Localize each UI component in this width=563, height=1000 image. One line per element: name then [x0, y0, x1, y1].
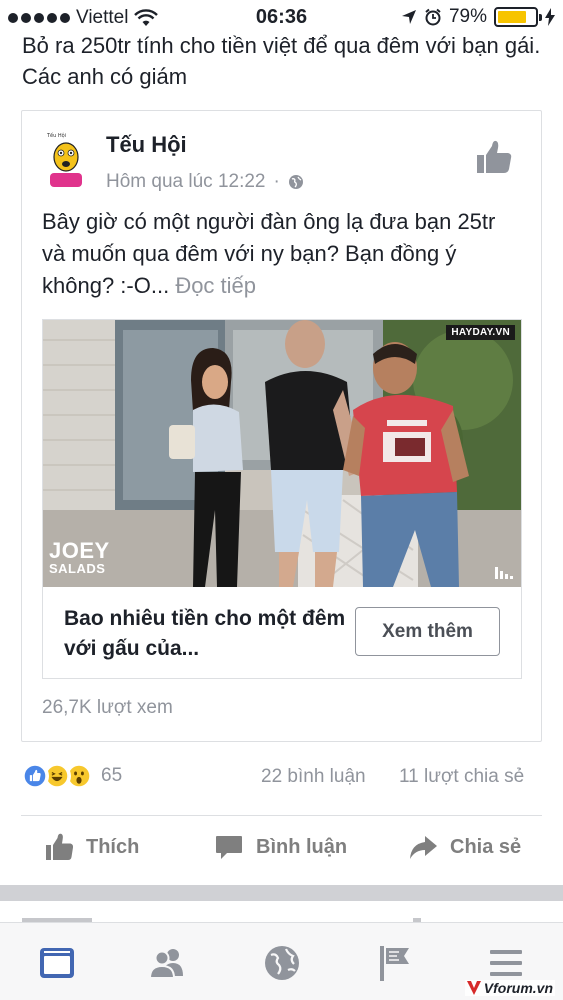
signal-bars-icon: [495, 567, 513, 579]
watermark: Vforum.vn: [464, 980, 555, 996]
link-title[interactable]: Bao nhiêu tiền cho một đêm với gấu của..…: [64, 604, 364, 664]
post-text: Bỏ ra 250tr tính cho tiền việt để qua đê…: [22, 33, 541, 89]
comment-button[interactable]: Bình luận: [214, 832, 347, 862]
like-page-icon[interactable]: [475, 139, 513, 175]
like-button[interactable]: Thích: [44, 832, 139, 862]
comment-label: Bình luận: [256, 835, 348, 858]
page-avatar[interactable]: Tếu Hội: [44, 131, 88, 189]
meta-separator: ·: [273, 171, 280, 192]
video-scene-image: [43, 320, 521, 587]
battery-percent: 79%: [448, 6, 487, 27]
bottom-tab-bar: Vforum.vn: [0, 922, 563, 1000]
shares-count[interactable]: 11 lượt chia sẻ: [399, 766, 524, 788]
alarm-clock-icon: [425, 8, 441, 26]
status-right: 79%: [401, 6, 555, 28]
news-feed-icon[interactable]: [37, 943, 77, 983]
comments-count[interactable]: 22 bình luận: [261, 766, 366, 788]
reaction-count: 65: [101, 765, 123, 786]
post-meta: Hôm qua lúc 12:22 ·: [106, 171, 304, 193]
svg-text:Tếu Hội: Tếu Hội: [46, 132, 66, 139]
pages-flag-icon[interactable]: [375, 943, 415, 983]
divider: [21, 815, 542, 816]
like-label: Thích: [86, 835, 140, 858]
joey-salads-logo: JOEY SALADS: [49, 538, 110, 576]
globe-icon[interactable]: [262, 943, 302, 983]
comment-bubble-icon: [216, 836, 242, 859]
friends-icon[interactable]: [147, 943, 187, 983]
video-thumbnail[interactable]: HAYDAY.VN JOEY SALADS: [43, 320, 521, 587]
see-more-button[interactable]: Xem thêm: [355, 607, 500, 656]
menu-icon[interactable]: [486, 943, 526, 983]
watermark-text: Vforum.vn: [483, 980, 553, 996]
location-arrow-icon: [401, 10, 416, 24]
vforum-logo-icon: [466, 981, 481, 995]
post-timestamp[interactable]: Hôm qua lúc 12:22: [106, 171, 266, 193]
share-label: Chia sẻ: [450, 835, 522, 858]
reactions-summary[interactable]: 65: [21, 762, 122, 790]
share-button[interactable]: Chia sẻ: [408, 832, 521, 862]
thumbs-up-icon: [46, 833, 74, 860]
shared-post-text: Bây giờ có một người đàn ông lạ đưa bạn …: [42, 206, 522, 302]
logo-line-1: JOEY: [49, 538, 110, 563]
view-count: 26,7K lượt xem: [42, 697, 173, 718]
page-name[interactable]: Tếu Hội: [106, 132, 187, 158]
feed-separator: [0, 885, 563, 901]
share-arrow-icon: [410, 836, 437, 859]
hayday-badge: HAYDAY.VN: [446, 325, 515, 340]
link-preview-card[interactable]: HAYDAY.VN JOEY SALADS Bao nhiêu tiền cho…: [42, 319, 522, 679]
public-globe-icon: [288, 175, 303, 189]
battery-icon: [494, 7, 542, 27]
charging-bolt-icon: [545, 8, 555, 26]
see-more-link[interactable]: Đọc tiếp: [175, 273, 256, 298]
shared-post-card[interactable]: Tếu Hội Tếu Hội Hôm qua lúc 12:22 · Bây …: [21, 110, 542, 742]
logo-line-2: SALADS: [49, 561, 106, 576]
like-reaction-icon: [21, 762, 49, 790]
shared-post-body: Bây giờ có một người đàn ông lạ đưa bạn …: [42, 209, 496, 298]
battery-level: [498, 11, 527, 23]
